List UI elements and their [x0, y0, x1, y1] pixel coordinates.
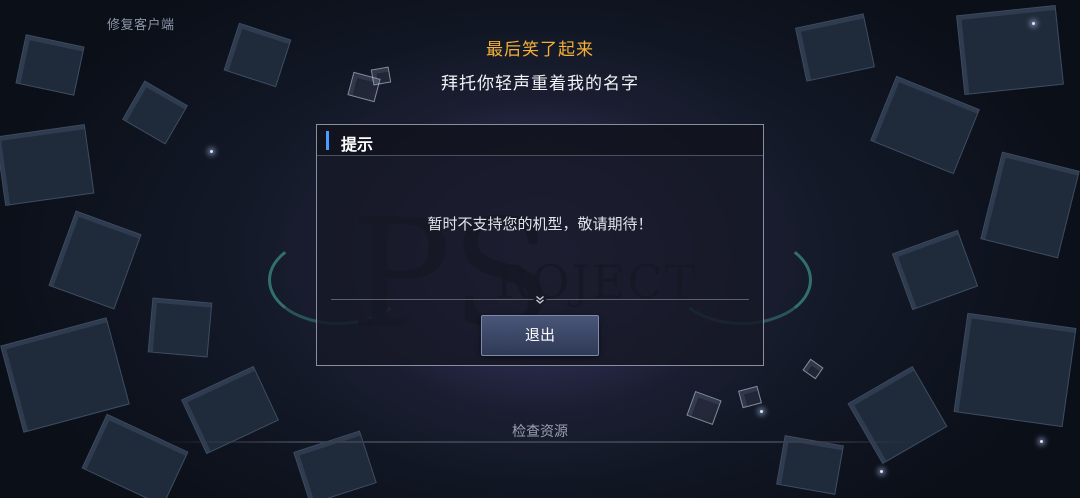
dialog-message: 暂时不支持您的机型，敬请期待！ [427, 215, 653, 233]
resource-check-status: 检查资源 [512, 424, 568, 440]
lyric-line: 拜托你轻声重着我的名字 [441, 74, 639, 94]
repair-client-link[interactable]: 修复客户端 [107, 14, 175, 33]
dialog-title: 提示 [341, 135, 374, 154]
dialog-title-accent [326, 131, 329, 150]
chevron-down-icon [533, 292, 547, 306]
launcher-screen: PS ROJECT 代号灵 修复客户端 最后笑了起来 拜托你轻声重着我的名字 提… [0, 0, 1080, 498]
dialog-header: 提示 [317, 125, 763, 156]
resource-progress-track [160, 441, 920, 443]
notice-dialog: 提示 暂时不支持您的机型，敬请期待！ 退出 [316, 124, 764, 366]
lyric-line-highlight: 最后笑了起来 [486, 40, 594, 60]
exit-button[interactable]: 退出 [481, 315, 599, 356]
